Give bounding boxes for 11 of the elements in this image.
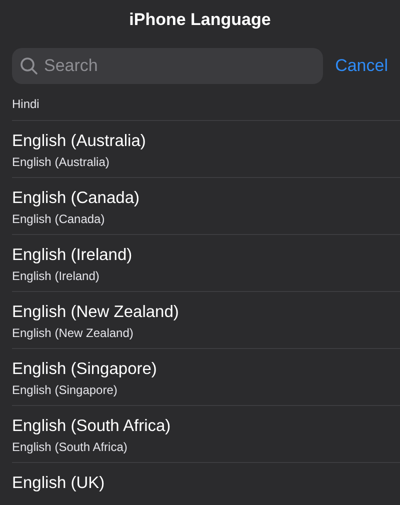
screen-title: iPhone Language — [128, 9, 272, 31]
search-field[interactable]: Search — [12, 48, 324, 84]
language-row[interactable]: English (South Africa) English (South Africa) — [12, 406, 400, 463]
language-row[interactable]: English (Singapore) English (Singapore) — [12, 349, 400, 406]
cancel-button[interactable]: Cancel — [335, 56, 388, 76]
language-row[interactable]: English (Australia) English (Australia) — [12, 121, 400, 178]
language-row[interactable]: English (New Zealand) English (New Zealand) — [12, 292, 400, 349]
language-row[interactable]: English (Canada) English (Canada) — [12, 178, 400, 235]
language-native-name: Hindi — [12, 96, 40, 112]
language-row[interactable]: English (Ireland) English (Ireland) — [12, 235, 400, 292]
language-row[interactable]: English (UK) — [12, 463, 400, 505]
